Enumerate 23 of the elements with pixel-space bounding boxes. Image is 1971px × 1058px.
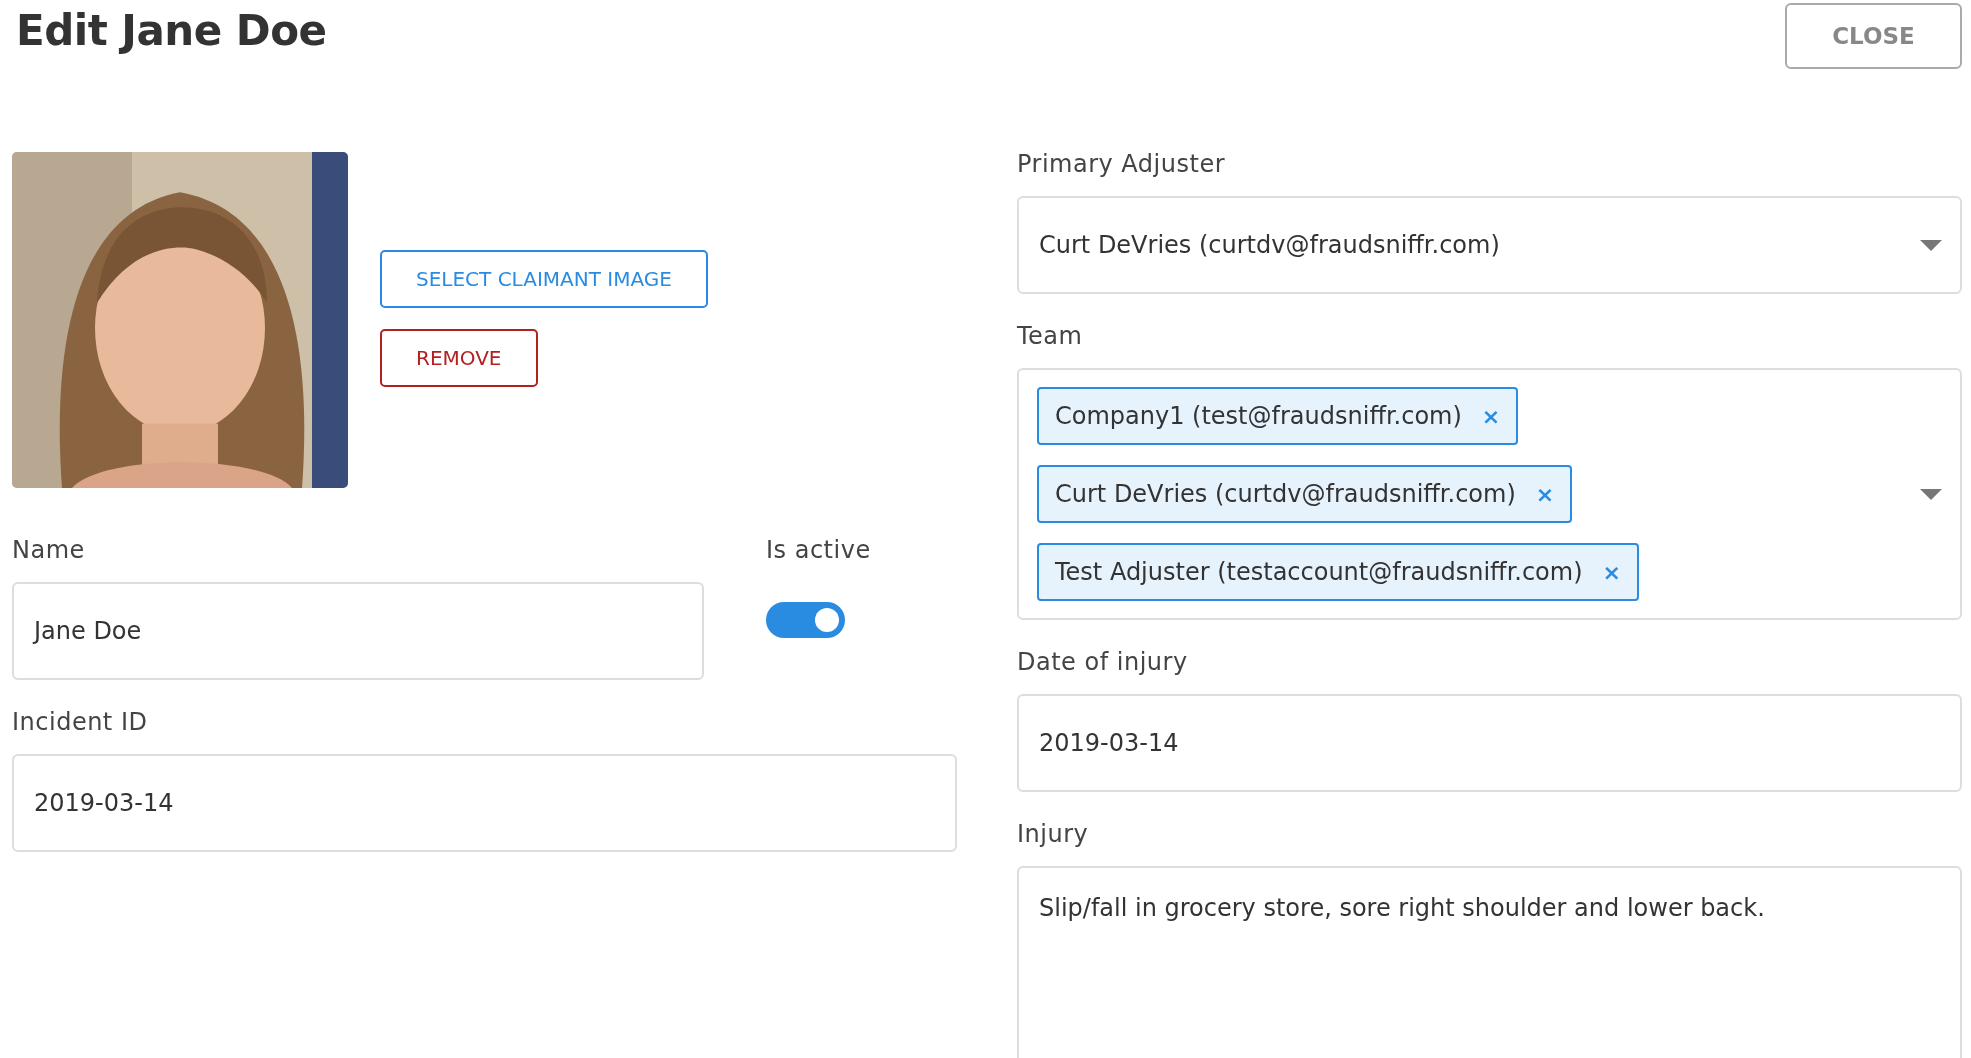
field-label: Is active [766, 536, 872, 564]
caret-icon [1920, 239, 1942, 251]
date-field[interactable]: 2019-03-14 [1017, 694, 1962, 792]
field-label: Incident ID [12, 708, 149, 736]
field-label: Name [12, 536, 86, 564]
field-label: Injury [1017, 820, 1090, 848]
remove-button[interactable]: REMOVE [380, 329, 538, 387]
field-label: Primary Adjuster [1017, 150, 1227, 178]
chip-label: Curt DeVries (curtdv@fraudsniffr.com) [1055, 480, 1516, 508]
select-image-button[interactable]: SELECT CLAIMANT IMAGE [380, 250, 708, 308]
incident-id-field[interactable]: 2019-03-14 [12, 754, 957, 852]
page-title: Edit Jane Doe [16, 6, 327, 55]
dropdown-value: Curt DeVries (curtdv@fraudsniffr.com) [1039, 231, 1500, 259]
field-label: Date of injury [1017, 648, 1189, 676]
field-label: Team [1017, 322, 1084, 350]
caret-icon [1920, 488, 1942, 500]
active-toggle[interactable] [766, 602, 845, 638]
injury-textarea[interactable]: Slip/fall in grocery store, sore right shoulder and lower back. [1017, 866, 1962, 1058]
close-button[interactable]: CLOSE [1785, 3, 1962, 69]
chip-label: Company1 (test@fraudsniffr.com) [1055, 402, 1462, 430]
adjuster-dropdown[interactable]: Curt DeVries (curtdv@fraudsniffr.com) [1017, 196, 1962, 294]
chip-label: Test Adjuster (testaccount@fraudsniffr.com) [1055, 558, 1583, 586]
name-field[interactable]: Jane Doe [12, 582, 704, 680]
